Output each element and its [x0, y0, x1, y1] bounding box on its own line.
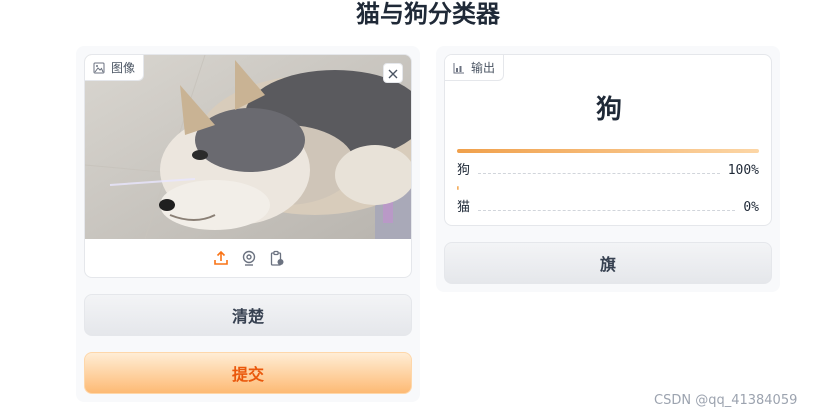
output-panel: 输出 狗 狗 100% 猫 0% 旗 — [436, 46, 780, 292]
webcam-icon[interactable] — [241, 250, 257, 266]
submit-button[interactable]: 提交 — [84, 352, 412, 394]
output-label-tag: 输出 — [445, 55, 505, 81]
image-icon — [93, 62, 105, 74]
input-panel: 图像 清楚 提交 — [76, 46, 420, 402]
output-label: 输出 — [471, 61, 496, 75]
confidence-row: 猫 0% — [457, 186, 759, 215]
confidence-row: 狗 100% — [457, 149, 759, 178]
confidence-value: 0% — [743, 200, 759, 215]
image-label: 图像 — [111, 61, 136, 75]
clear-button[interactable]: 清楚 — [84, 294, 412, 336]
predicted-label: 狗 — [595, 95, 622, 125]
app-title: 猫与狗分类器 — [356, 0, 500, 28]
flag-button[interactable]: 旗 — [444, 242, 772, 284]
confidence-value: 100% — [727, 163, 759, 178]
confidence-class-name: 狗 — [457, 163, 471, 178]
image-source-bar — [85, 239, 411, 277]
uploaded-dog-image — [85, 55, 411, 239]
confidence-bar — [457, 186, 459, 190]
clipboard-icon[interactable] — [269, 250, 285, 266]
watermark: CSDN @qq_41384059 — [654, 393, 798, 408]
image-input[interactable]: 图像 — [84, 54, 412, 278]
image-label-tag: 图像 — [85, 55, 145, 81]
close-icon — [388, 64, 398, 83]
clear-image-button[interactable] — [383, 63, 403, 83]
upload-icon[interactable] — [213, 250, 229, 266]
confidence-bar — [457, 149, 759, 153]
confidence-class-name: 猫 — [457, 200, 471, 215]
bar-chart-icon — [453, 62, 465, 74]
output-label-card: 输出 狗 狗 100% 猫 0% — [444, 54, 772, 226]
